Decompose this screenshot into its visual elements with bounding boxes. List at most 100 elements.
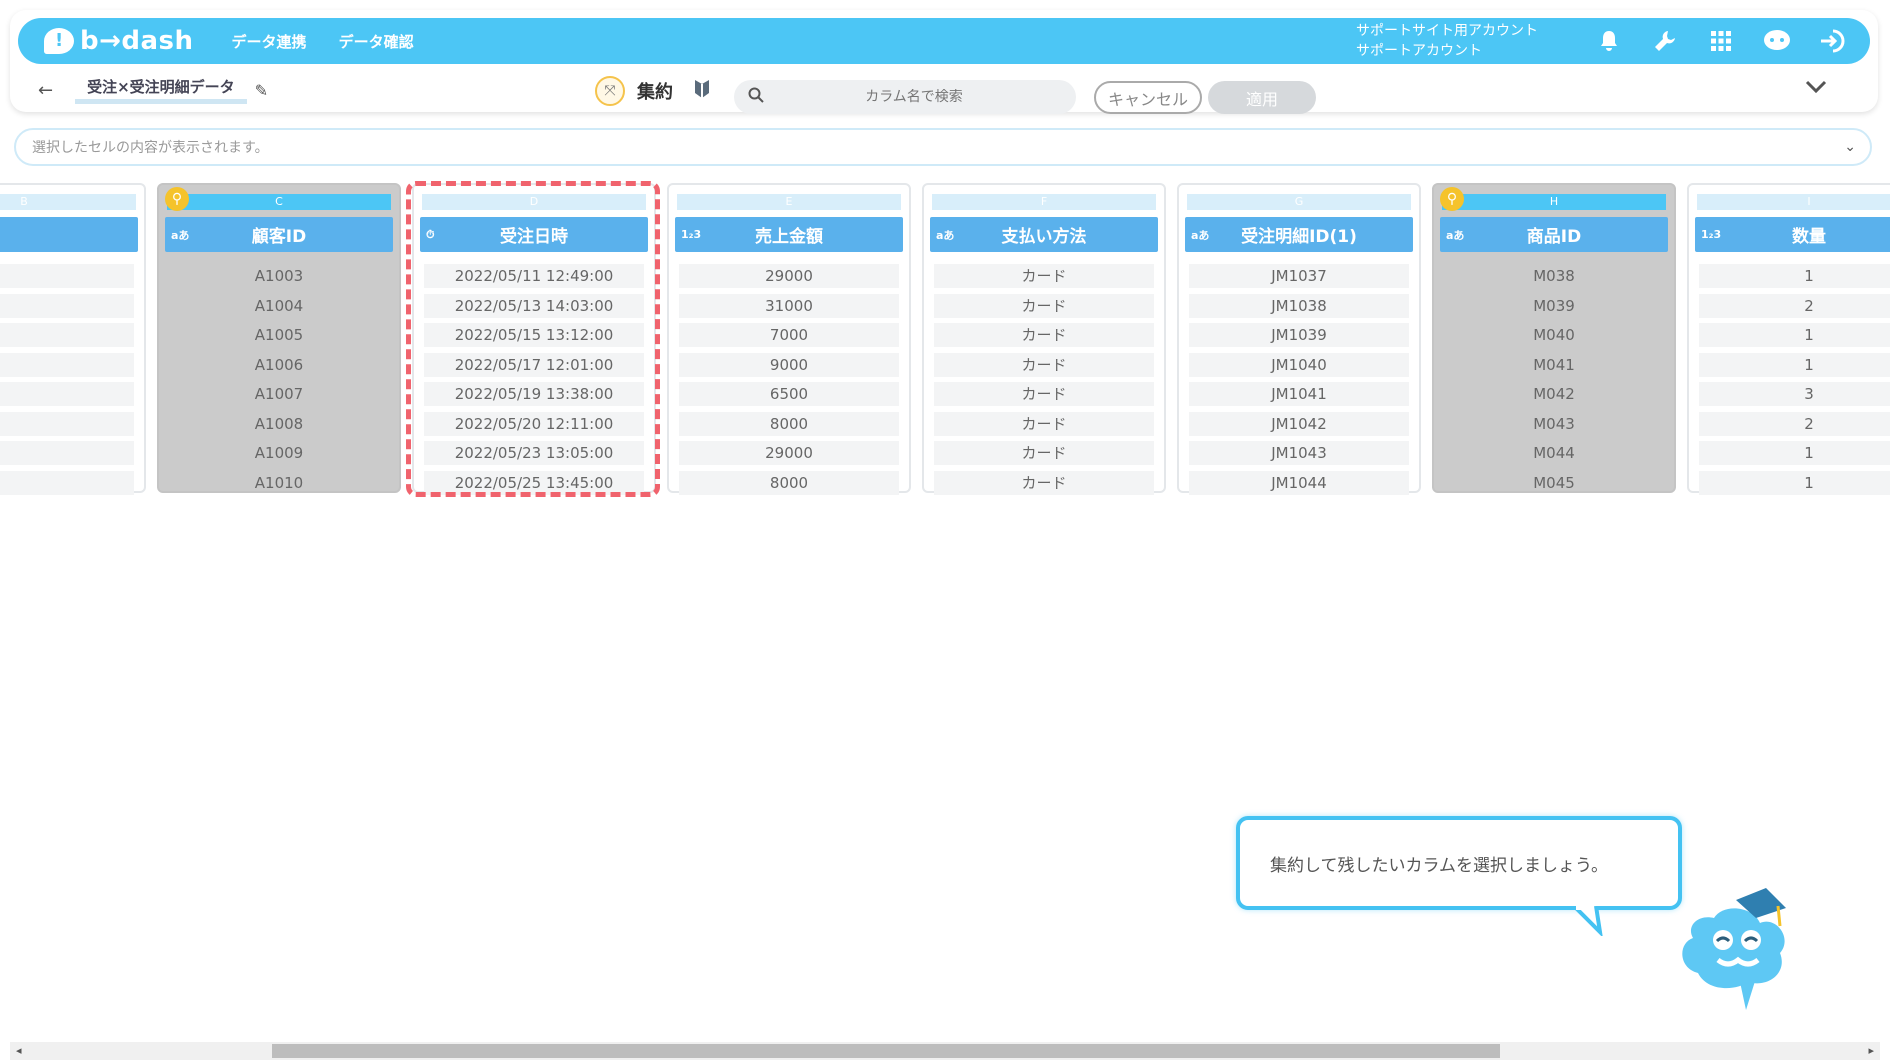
logo[interactable]: b→dash (44, 26, 194, 56)
table-cell[interactable]: M1037 (0, 264, 134, 288)
table-cell[interactable]: M038 (1444, 264, 1664, 288)
chevron-down-icon[interactable]: ⌄ (1844, 139, 1856, 155)
table-cell[interactable]: 31000 (679, 293, 899, 318)
cancel-button[interactable]: キャンセル (1094, 81, 1202, 114)
table-cell[interactable]: JM1040 (1189, 352, 1409, 377)
table-cell[interactable]: JM1039 (1189, 323, 1409, 347)
column-header[interactable]: ⏱ 受注日時 (420, 217, 648, 252)
table-cell[interactable]: M1039 (0, 323, 134, 347)
table-cell[interactable]: 2022/05/19 13:38:00 (424, 382, 644, 406)
column-f[interactable]: Faあ 支払い方法 カード カード カード カード カード カード カード カード (922, 183, 1166, 495)
table-cell[interactable]: A1009 (169, 441, 389, 465)
table-cell[interactable]: A1005 (169, 323, 389, 347)
table-cell[interactable]: 6500 (679, 382, 899, 406)
table-cell[interactable]: 1 (1699, 264, 1890, 288)
horizontal-scrollbar[interactable]: ◂ ▸ (10, 1042, 1880, 1060)
table-cell[interactable]: A1004 (169, 294, 389, 318)
column-header[interactable]: 注明細ID (0, 217, 138, 252)
table-cell[interactable]: 2 (1699, 411, 1890, 436)
table-cell[interactable]: M1043 (0, 441, 134, 465)
table-cell[interactable]: 2022/05/17 12:01:00 (424, 352, 644, 377)
logout-icon[interactable] (1818, 26, 1848, 56)
chevron-down-icon[interactable] (1804, 76, 1828, 101)
column-header[interactable]: 1₂3 売上金額 (675, 217, 903, 252)
table-cell[interactable]: カード (934, 470, 1154, 495)
table-cell[interactable]: M044 (1444, 441, 1664, 465)
scroll-left-icon[interactable]: ◂ (16, 1044, 22, 1057)
table-cell[interactable]: JM1044 (1189, 470, 1409, 495)
table-cell[interactable]: 1 (1699, 470, 1890, 495)
cell-content-display[interactable]: 選択したセルの内容が表示されます。 ⌄ (14, 128, 1872, 166)
table-cell[interactable]: M045 (1444, 471, 1664, 495)
table-cell[interactable]: 8000 (679, 470, 899, 495)
apply-button[interactable]: 適用 (1208, 81, 1316, 114)
table-cell[interactable]: 2022/05/23 13:05:00 (424, 441, 644, 465)
table-cell[interactable]: M042 (1444, 382, 1664, 406)
table-cell[interactable]: M1040 (0, 352, 134, 377)
table-cell[interactable]: 2022/05/25 13:45:00 (424, 470, 644, 495)
table-cell[interactable]: 1 (1699, 323, 1890, 347)
table-cell[interactable]: 3 (1699, 382, 1890, 406)
table-cell[interactable]: M1038 (0, 293, 134, 318)
column-b[interactable]: B 注明細ID M1037 M1038 M1039 M1040 M1041 M1042 M104… (0, 183, 146, 495)
table-cell[interactable]: M1044 (0, 470, 134, 495)
table-cell[interactable]: 9000 (679, 352, 899, 377)
column-h[interactable]: H ⚲ aあ 商品ID M038 M039 M040 M041 M042 M043 M044 M045 (1432, 183, 1676, 493)
column-search[interactable] (734, 80, 1076, 114)
table-cell[interactable]: M040 (1444, 323, 1664, 347)
table-cell[interactable]: 1 (1699, 441, 1890, 465)
table-cell[interactable]: A1003 (169, 264, 389, 288)
table-cell[interactable]: 1 (1699, 352, 1890, 377)
table-cell[interactable]: 29000 (679, 264, 899, 288)
apps-grid-icon[interactable] (1706, 26, 1736, 56)
table-cell[interactable]: カード (934, 293, 1154, 318)
table-cell[interactable]: 29000 (679, 441, 899, 465)
table-cell[interactable]: M1042 (0, 411, 134, 436)
column-header[interactable]: 1₂3 数量 (1695, 217, 1890, 252)
table-cell[interactable]: 2022/05/11 12:49:00 (424, 264, 644, 288)
column-header[interactable]: aあ 支払い方法 (930, 217, 1158, 252)
search-input[interactable] (784, 89, 1044, 105)
column-header[interactable]: aあ 受注明細ID(1) (1185, 217, 1413, 252)
table-cell[interactable]: M043 (1444, 412, 1664, 436)
column-header[interactable]: aあ 商品ID (1440, 217, 1668, 252)
table-cell[interactable]: JM1038 (1189, 293, 1409, 318)
table-cell[interactable]: A1010 (169, 471, 389, 495)
column-header[interactable]: aあ 顧客ID (165, 217, 393, 252)
wrench-icon[interactable] (1650, 26, 1680, 56)
column-e[interactable]: E 1₂3 売上金額 29000 31000 7000 9000 6500 8000 29000 8… (667, 183, 911, 495)
breadcrumb[interactable]: 受注×受注明細データ (75, 76, 247, 104)
table-cell[interactable]: A1006 (169, 353, 389, 377)
table-cell[interactable]: 2022/05/20 12:11:00 (424, 411, 644, 436)
table-cell[interactable]: カード (934, 352, 1154, 377)
beginner-mark-icon[interactable] (693, 78, 711, 105)
table-cell[interactable]: JM1037 (1189, 264, 1409, 288)
table-cell[interactable]: JM1043 (1189, 441, 1409, 465)
column-i[interactable]: I 1₂3 数量 1 2 1 1 3 2 1 1 (1687, 183, 1890, 495)
table-cell[interactable]: 2 (1699, 293, 1890, 318)
support-chat-icon[interactable] (1762, 26, 1792, 56)
column-c[interactable]: C ⚲ aあ 顧客ID A1003 A1004 A1005 A1006 A1007 A1008 A1… (157, 183, 401, 493)
table-cell[interactable]: カード (934, 411, 1154, 436)
table-cell[interactable]: JM1042 (1189, 411, 1409, 436)
table-cell[interactable]: M039 (1444, 294, 1664, 318)
bell-icon[interactable] (1594, 26, 1624, 56)
table-cell[interactable]: 8000 (679, 411, 899, 436)
account-info[interactable]: サポートサイト用アカウント サポートアカウント (1356, 21, 1538, 61)
nav-data-link[interactable]: データ連携 (232, 31, 307, 52)
scroll-right-icon[interactable]: ▸ (1868, 1044, 1874, 1057)
table-cell[interactable]: A1008 (169, 412, 389, 436)
table-cell[interactable]: カード (934, 441, 1154, 465)
table-cell[interactable]: 7000 (679, 323, 899, 347)
table-cell[interactable]: 2022/05/15 13:12:00 (424, 323, 644, 347)
table-cell[interactable]: カード (934, 264, 1154, 288)
table-cell[interactable]: A1007 (169, 382, 389, 406)
pencil-icon[interactable]: ✎ (255, 81, 268, 100)
table-cell[interactable]: カード (934, 323, 1154, 347)
column-g[interactable]: Gaあ 受注明細ID(1) JM1037 JM1038 JM1039 JM1040 JM10… (1177, 183, 1421, 495)
nav-data-check[interactable]: データ確認 (339, 31, 414, 52)
table-cell[interactable]: JM1041 (1189, 382, 1409, 406)
table-cell[interactable]: カード (934, 382, 1154, 406)
table-cell[interactable]: 2022/05/13 14:03:00 (424, 293, 644, 318)
table-cell[interactable]: M1041 (0, 382, 134, 406)
